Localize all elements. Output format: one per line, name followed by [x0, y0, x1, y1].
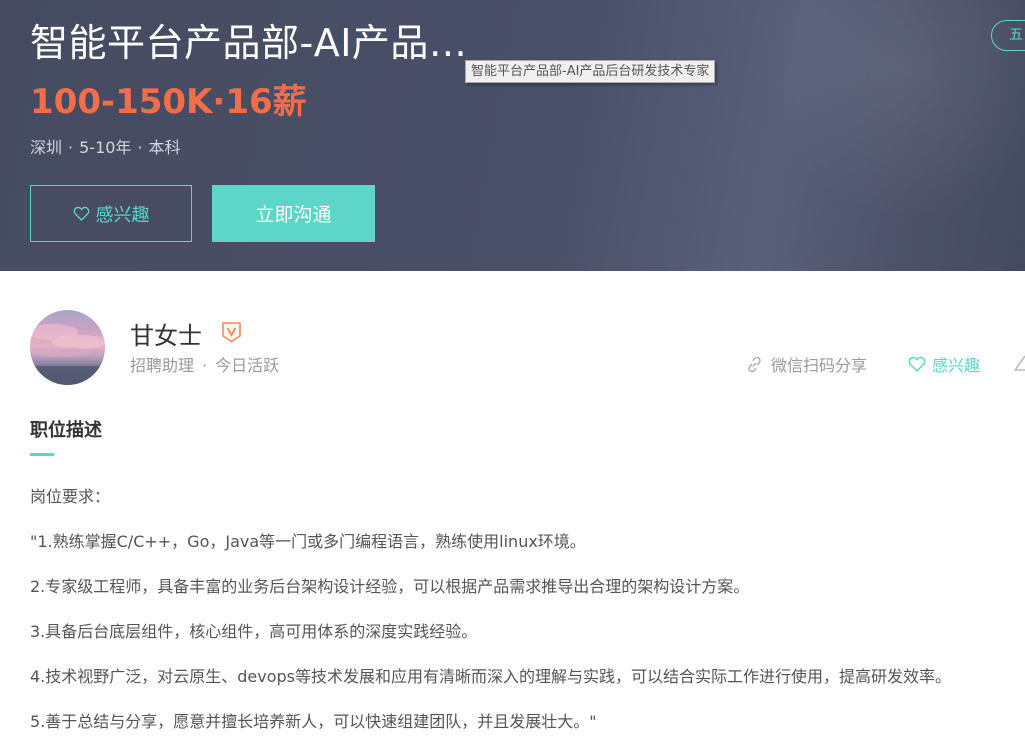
- description-line: 2.专家级工程师，具备丰富的业务后台架构设计经验，可以根据产品需求推导出合理的架…: [30, 577, 750, 596]
- job-city: 深圳: [30, 138, 63, 157]
- job-title: 智能平台产品部-AI产品…: [30, 21, 468, 65]
- section-title-job-description: 职位描述: [30, 420, 102, 441]
- recruiter-status: 今日活跃: [215, 356, 280, 375]
- link-icon: [748, 356, 761, 372]
- interest-link[interactable]: 感兴趣: [908, 352, 980, 376]
- description-line: 5.善于总结与分享，愿意并擅长培养新人，可以快速组建团队，并且发展壮大。": [30, 712, 597, 731]
- verified-v-icon: [222, 322, 241, 343]
- wechat-share-link[interactable]: 微信扫码分享: [746, 352, 867, 376]
- heart-outline-icon: [73, 206, 89, 221]
- banner-highlight: [760, 0, 1025, 220]
- heart-outline-icon: [908, 356, 926, 372]
- avatar-image: [30, 324, 105, 385]
- description-line: 4.技术视野广泛，对云原生、devops等技术发展和应用有清晰而深入的理解与实践…: [30, 667, 952, 686]
- report-icon[interactable]: [1014, 354, 1025, 372]
- job-experience: 5-10年: [79, 138, 132, 157]
- description-line: 3.具备后台底层组件，核心组件，高可用体系的深度实践经验。: [30, 622, 478, 641]
- description-line: 岗位要求：: [30, 487, 111, 506]
- recruiter-meta: 招聘助理 · 今日活跃: [130, 352, 279, 376]
- job-title-tooltip: 智能平台产品部-AI产品后台研发技术专家: [465, 60, 716, 83]
- recruiter-role: 招聘助理: [130, 356, 195, 375]
- recruiter-avatar[interactable]: [30, 310, 105, 385]
- salary: 100-150K·16薪: [30, 82, 307, 122]
- meta-separator: ·: [202, 356, 208, 375]
- interest-button[interactable]: 感兴趣: [30, 185, 192, 242]
- interest-link-label: 感兴趣: [932, 356, 981, 375]
- interest-button-label: 感兴趣: [95, 204, 150, 226]
- share-label: 微信扫码分享: [771, 356, 868, 375]
- job-education: 本科: [148, 138, 181, 157]
- meta-separator: ·: [137, 138, 143, 157]
- job-header-banner: 智能平台产品部-AI产品… 智能平台产品部-AI产品后台研发技术专家 100-1…: [0, 0, 1025, 271]
- header-right-badge[interactable]: 五: [991, 20, 1025, 51]
- section-title-underline: [30, 453, 54, 456]
- chat-now-button[interactable]: 立即沟通: [212, 185, 375, 242]
- job-meta: 深圳 · 5-10年 · 本科: [30, 134, 181, 158]
- recruiter-name: 甘女士: [130, 322, 202, 350]
- meta-separator: ·: [68, 138, 74, 157]
- description-line: "1.熟练掌握C/C++，Go，Java等一门或多门编程语言，熟练使用linux…: [30, 532, 586, 551]
